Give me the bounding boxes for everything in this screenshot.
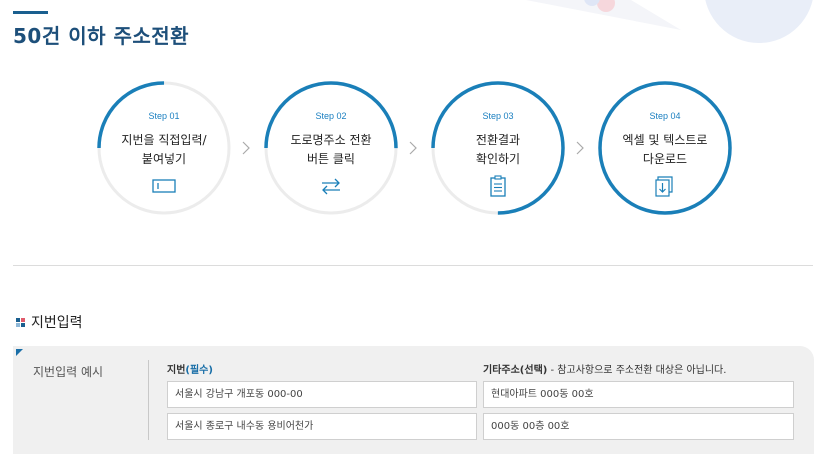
step-2-line-2: 버튼 클릭 <box>307 152 355 166</box>
section-title: 지번입력 <box>31 315 83 331</box>
etc-field-2[interactable]: 000동 00층 00호 <box>483 413 794 440</box>
step-2-text: 도로명주소 전환 버튼 클릭 <box>263 131 399 169</box>
step-4-label: Step 04 <box>649 111 681 121</box>
section-divider <box>13 265 813 266</box>
input-box-icon <box>152 179 176 193</box>
chevron-right-icon <box>242 141 250 155</box>
step-3-label: Step 03 <box>482 111 514 121</box>
chevron-right-icon <box>409 141 417 155</box>
example-panel: 지번입력 예시 지번(필수) 기타주소(선택) - 참고사항으로 주소전환 대상… <box>13 346 814 454</box>
title-accent-bar <box>13 11 48 14</box>
step-1: Step 01 지번을 직접입력/ 붙여넣기 <box>96 80 232 216</box>
col-etc-title: 기타주소(선택) <box>483 365 548 376</box>
step-4: Step 04 엑셀 및 텍스트로 다운로드 <box>597 80 733 216</box>
download-doc-icon <box>655 176 673 197</box>
step-3-line-2: 확인하기 <box>475 152 521 166</box>
example-label: 지번입력 예시 <box>33 365 104 379</box>
step-1-text: 지번을 직접입력/ 붙여넣기 <box>96 131 232 169</box>
section-header: 지번입력 <box>16 313 83 331</box>
convert-arrows-icon <box>322 178 340 195</box>
col-jibun-title: 지번 <box>167 365 186 376</box>
step-1-line-1: 지번을 직접입력/ <box>121 133 207 147</box>
jibun-field-1[interactable]: 서울시 강남구 개포동 000-00 <box>167 381 477 408</box>
col-etc-note: - 참고사항으로 주소전환 대상은 아닙니다. <box>547 365 727 376</box>
panel-separator <box>148 360 149 440</box>
chevron-right-icon <box>576 141 584 155</box>
panel-corner-mark <box>16 349 23 356</box>
etc-field-1[interactable]: 현대아파트 000동 00호 <box>483 381 794 408</box>
step-1-line-2: 붙여넣기 <box>141 152 187 166</box>
step-4-line-1: 엑셀 및 텍스트로 <box>622 133 708 147</box>
steps-flow: Step 01 지번을 직접입력/ 붙여넣기 Step 02 도로명주소 전환 … <box>0 80 826 220</box>
section-squares-icon <box>16 317 25 327</box>
step-2-label: Step 02 <box>315 111 347 121</box>
step-4-text: 엑셀 및 텍스트로 다운로드 <box>597 131 733 169</box>
clipboard-icon <box>490 175 506 197</box>
col-jibun-header: 지번(필수) <box>167 361 213 376</box>
col-etc-header: 기타주소(선택) - 참고사항으로 주소전환 대상은 아닙니다. <box>483 361 726 376</box>
step-3: Step 03 전환결과 확인하기 <box>430 80 566 216</box>
page-title: 50건 이하 주소전환 <box>13 24 190 48</box>
header-decoration <box>526 0 813 43</box>
step-2-line-1: 도로명주소 전환 <box>290 133 372 147</box>
jibun-field-2[interactable]: 서울시 종로구 내수동 용비어천가 <box>167 413 477 440</box>
step-3-text: 전환결과 확인하기 <box>430 131 566 169</box>
required-mark: (필수) <box>185 365 213 376</box>
step-3-line-1: 전환결과 <box>475 133 521 147</box>
step-1-label: Step 01 <box>148 111 180 121</box>
step-4-line-2: 다운로드 <box>642 152 688 166</box>
step-2: Step 02 도로명주소 전환 버튼 클릭 <box>263 80 399 216</box>
